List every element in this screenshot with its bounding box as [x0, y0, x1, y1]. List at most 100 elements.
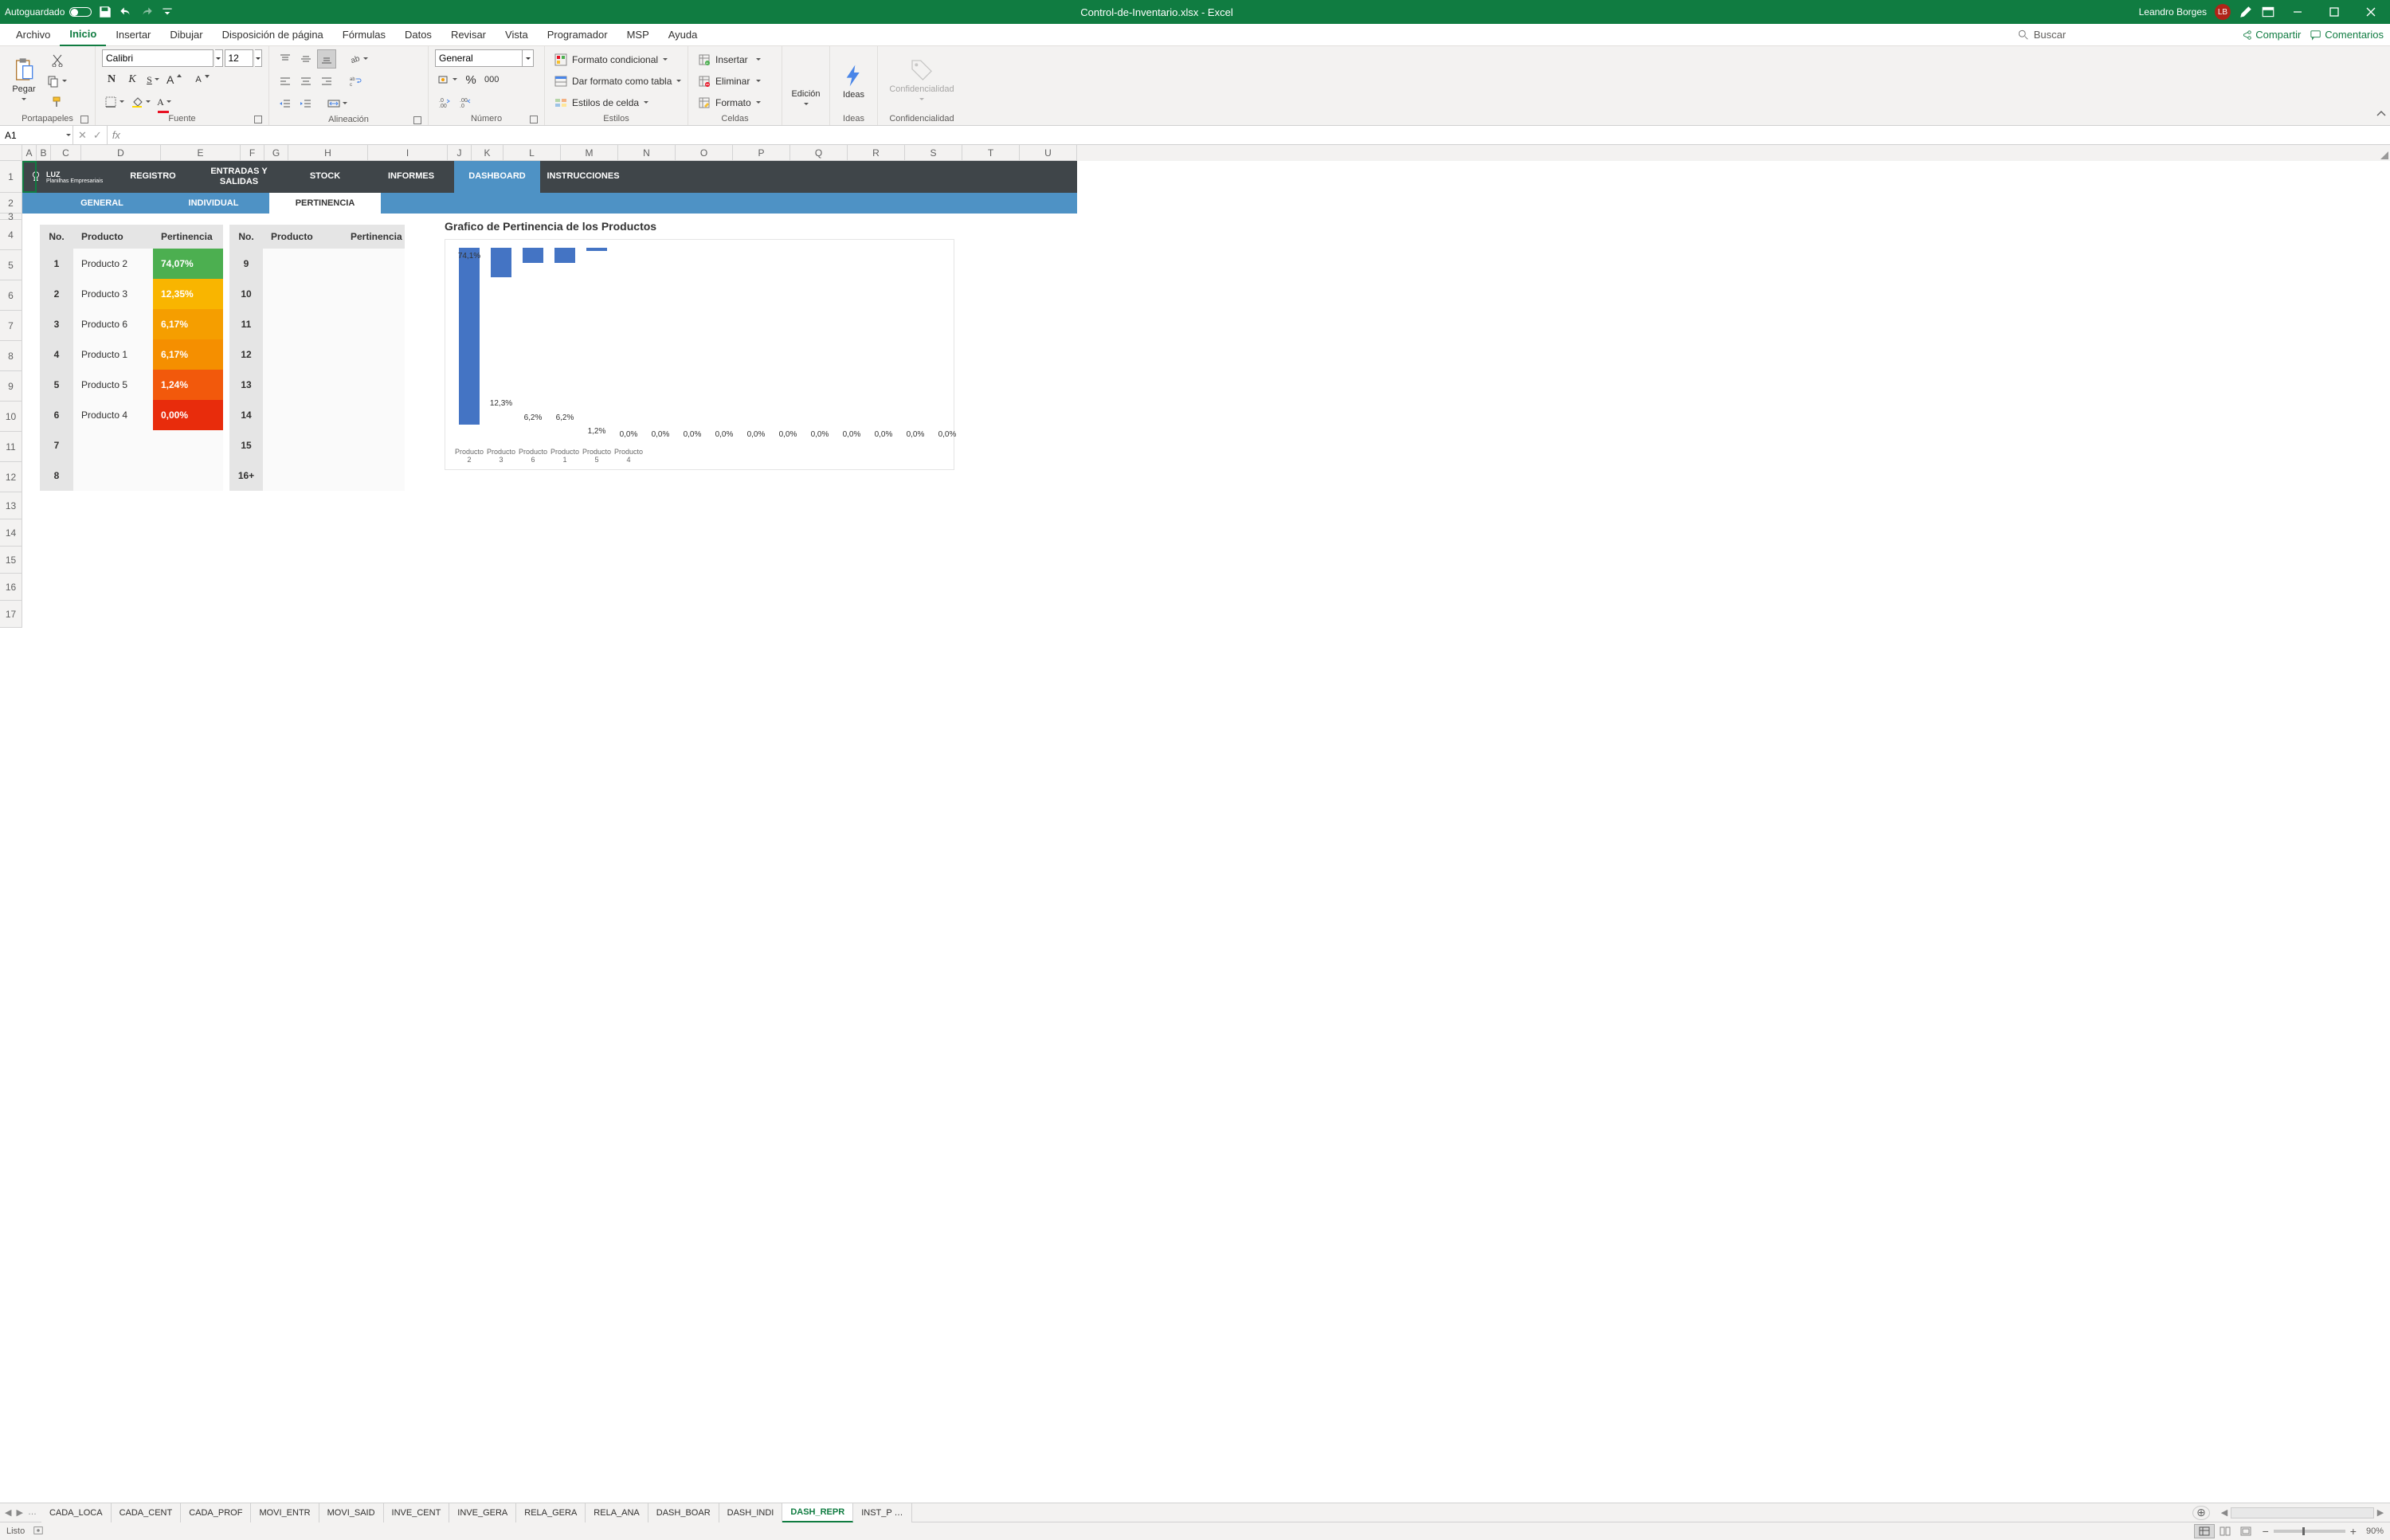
menu-tab-disposición-de-página[interactable]: Disposición de página — [213, 24, 333, 46]
col-header-U[interactable]: U — [1020, 145, 1077, 161]
dialog-launcher-icon[interactable] — [530, 116, 538, 123]
col-header-Q[interactable]: Q — [790, 145, 848, 161]
row-header-4[interactable]: 4 — [0, 220, 22, 250]
format-cells-button[interactable]: Formato — [695, 93, 764, 112]
menu-tab-fórmulas[interactable]: Fórmulas — [333, 24, 395, 46]
row-header-5[interactable]: 5 — [0, 250, 22, 280]
col-header-I[interactable]: I — [368, 145, 448, 161]
col-header-E[interactable]: E — [161, 145, 241, 161]
align-bottom-button[interactable] — [317, 49, 336, 69]
zoom-slider[interactable] — [2274, 1530, 2345, 1533]
macro-record-icon[interactable] — [33, 1525, 44, 1538]
pen-icon[interactable] — [2239, 5, 2253, 19]
col-header-A[interactable]: A — [22, 145, 37, 161]
col-header-G[interactable]: G — [264, 145, 288, 161]
row-header-6[interactable]: 6 — [0, 280, 22, 311]
menu-tab-insertar[interactable]: Insertar — [106, 24, 160, 46]
menu-tab-revisar[interactable]: Revisar — [441, 24, 496, 46]
dialog-launcher-icon[interactable] — [80, 116, 88, 123]
dash-tab-entradas-y-salidas[interactable]: ENTRADAS Y SALIDAS — [196, 161, 282, 193]
scroll-right-icon[interactable]: ▶ — [2374, 1507, 2387, 1518]
sheet-tab[interactable]: DASH_BOAR — [648, 1503, 719, 1522]
dash-subtab-pertinencia[interactable]: PERTINENCIA — [269, 193, 381, 214]
menu-tab-dibujar[interactable]: Dibujar — [160, 24, 212, 46]
redo-icon[interactable] — [139, 5, 154, 19]
accept-formula-icon[interactable]: ✓ — [93, 129, 102, 142]
select-all-corner[interactable] — [0, 145, 22, 161]
cut-button[interactable] — [45, 51, 69, 70]
sheet-tab[interactable]: CADA_PROF — [181, 1503, 251, 1522]
horizontal-scrollbar[interactable]: ◀ ▶ — [2215, 1507, 2390, 1518]
increase-indent-button[interactable] — [296, 94, 315, 113]
col-header-F[interactable]: F — [241, 145, 264, 161]
dialog-launcher-icon[interactable] — [254, 116, 262, 123]
row-header-11[interactable]: 11 — [0, 432, 22, 462]
dash-tab-stock[interactable]: STOCK — [282, 161, 368, 193]
namebox-dropdown-icon[interactable] — [66, 129, 71, 141]
zoom-out-button[interactable]: − — [2263, 1525, 2269, 1538]
menu-tab-vista[interactable]: Vista — [496, 24, 538, 46]
format-as-table-button[interactable]: Dar formato como tabla — [551, 72, 684, 91]
sheet-tab[interactable]: MOVI_SAID — [319, 1503, 384, 1522]
ribbon-display-icon[interactable] — [2261, 5, 2275, 19]
col-header-B[interactable]: B — [37, 145, 51, 161]
decrease-indent-button[interactable] — [276, 94, 295, 113]
qat-dropdown-icon[interactable] — [160, 5, 174, 19]
user-avatar[interactable]: LB — [2215, 4, 2231, 20]
dash-subtab-individual[interactable]: INDIVIDUAL — [158, 193, 269, 214]
table-row[interactable]: 10 — [229, 279, 405, 309]
autosave-toggle[interactable]: Autoguardado — [5, 6, 92, 18]
align-top-button[interactable] — [276, 49, 295, 69]
italic-button[interactable]: K — [123, 70, 142, 89]
close-button[interactable] — [2357, 0, 2385, 24]
size-dropdown-icon[interactable] — [255, 49, 263, 67]
cell-styles-button[interactable]: Estilos de celda — [551, 93, 684, 112]
bold-button[interactable]: N — [102, 70, 121, 89]
sheet-nav-more-icon[interactable]: … — [26, 1507, 38, 1518]
insert-cells-button[interactable]: +Insertar — [695, 50, 764, 69]
add-sheet-button[interactable]: ⊕ — [2192, 1506, 2210, 1520]
copy-button[interactable] — [45, 72, 69, 91]
minimize-button[interactable] — [2283, 0, 2312, 24]
maximize-button[interactable] — [2320, 0, 2349, 24]
toggle-switch-icon[interactable] — [69, 7, 92, 17]
dash-tab-informes[interactable]: INFORMES — [368, 161, 454, 193]
table-row[interactable]: 13 — [229, 370, 405, 400]
accounting-format-button[interactable] — [435, 70, 460, 89]
dash-tab-registro[interactable]: REGISTRO — [110, 161, 196, 193]
table-row[interactable]: 12 — [229, 339, 405, 370]
wrap-text-button[interactable]: abc — [346, 72, 365, 91]
underline-button[interactable]: S — [143, 70, 163, 89]
col-header-L[interactable]: L — [503, 145, 561, 161]
borders-button[interactable] — [102, 92, 127, 112]
numfmt-dropdown-icon[interactable] — [523, 49, 534, 67]
table-row[interactable]: 9 — [229, 249, 405, 279]
font-color-button[interactable]: A — [155, 92, 174, 112]
comments-button[interactable]: Comentarios — [2310, 29, 2384, 41]
table-row[interactable]: 16+ — [229, 460, 405, 491]
delete-cells-button[interactable]: Eliminar — [695, 72, 764, 91]
row-header-17[interactable]: 17 — [0, 601, 22, 628]
sheet-tab[interactable]: INVE_CENT — [384, 1503, 450, 1522]
page-layout-view-button[interactable] — [2215, 1524, 2235, 1538]
sheet-nav-next-icon[interactable]: ▶ — [14, 1507, 24, 1518]
sheet-tab[interactable]: INST_P … — [853, 1503, 911, 1522]
table-row[interactable]: 2Producto 312,35% — [40, 279, 223, 309]
row-header-1[interactable]: 1 — [0, 161, 22, 193]
orientation-button[interactable]: ab — [346, 49, 370, 69]
row-header-16[interactable]: 16 — [0, 574, 22, 601]
align-middle-button[interactable] — [296, 49, 315, 69]
table-row[interactable]: 14 — [229, 400, 405, 430]
decrease-font-button[interactable]: A — [193, 70, 218, 89]
col-header-R[interactable]: R — [848, 145, 905, 161]
increase-font-button[interactable]: A — [164, 70, 191, 89]
col-header-M[interactable]: M — [561, 145, 618, 161]
font-size-input[interactable] — [225, 49, 253, 67]
row-header-3[interactable]: 3 — [0, 214, 22, 220]
search-box[interactable]: Buscar — [2018, 29, 2066, 41]
dash-tab-instrucciones[interactable]: INSTRUCCIONES — [540, 161, 626, 193]
row-header-14[interactable]: 14 — [0, 519, 22, 547]
menu-tab-inicio[interactable]: Inicio — [60, 24, 106, 46]
col-header-C[interactable]: C — [51, 145, 81, 161]
col-header-P[interactable]: P — [733, 145, 790, 161]
